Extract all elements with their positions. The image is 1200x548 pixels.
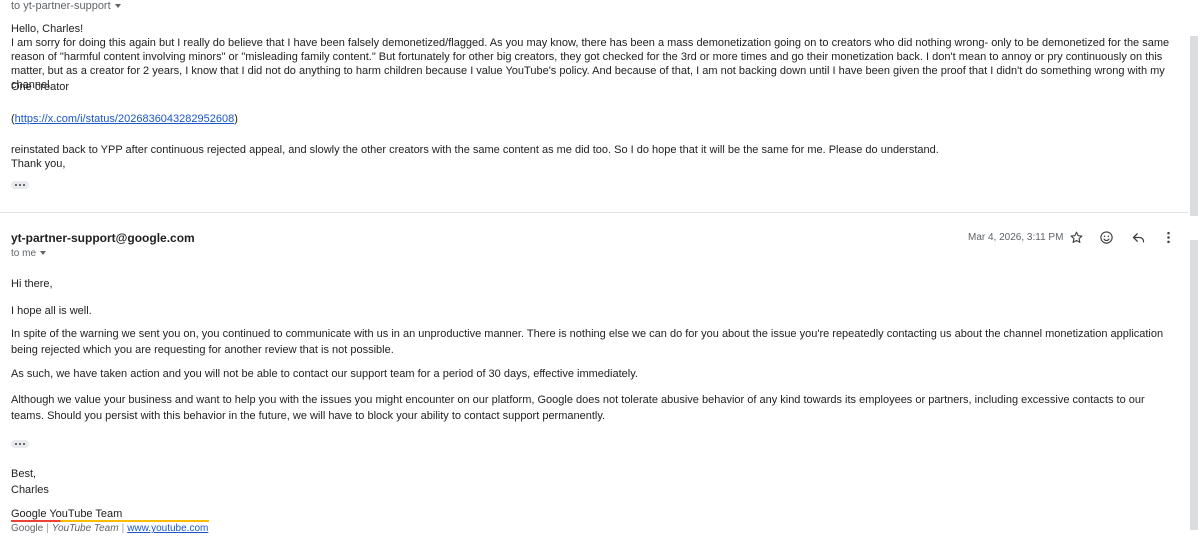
show-trimmed-content-button[interactable] [11,440,29,448]
recipient-text: to yt-partner-support [11,0,111,12]
recipient-line[interactable]: to yt-partner-support [11,0,121,12]
ellipsis-dot-icon [14,183,18,187]
ellipsis-dot-icon [18,442,22,446]
to-me-line[interactable]: to me [11,248,47,259]
reply-paragraph-1: I hope all is well. [11,305,92,317]
signature-closing: Best, [11,468,37,480]
footer-separator: | [46,523,49,534]
to-me-text: to me [11,248,37,259]
reply-paragraph-4: Although we value your business and want… [11,394,1145,422]
link-paren-close: ) [234,113,238,125]
chevron-down-icon[interactable] [40,251,47,256]
ellipsis-dot-icon [22,442,26,446]
reply-greeting: Hi there, [11,278,53,290]
message-date: Mar 4, 2026, 3:11 PM [968,232,1064,243]
reply-paragraph-2: In spite of the warning we sent you on, … [11,328,1164,356]
footer-youtube-team: YouTube Team [51,523,119,534]
status-link[interactable]: https://x.com/i/status/20268360432829526… [15,113,235,125]
ellipsis-dot-icon [22,183,26,187]
show-trimmed-content-button[interactable] [11,181,29,189]
footer-google: Google [11,523,44,534]
first-message-greeting: Hello, Charles! [11,23,84,35]
signature-name: Charles [11,484,49,496]
first-message-thank-you: Thank you, [11,158,66,170]
ellipsis-dot-icon [18,183,22,187]
ellipsis-dot-icon [14,442,18,446]
scrollbar-thumb-lower[interactable] [1190,240,1198,530]
footer-website-link[interactable]: www.youtube.com [127,523,208,534]
signature-footer: Google | YouTube Team | www.youtube.com [11,523,208,534]
reply-paragraph-3: As such, we have taken action and you wi… [11,368,638,380]
message-divider [0,212,1188,213]
more-vert-icon[interactable] [1160,229,1176,245]
chevron-down-icon[interactable] [114,4,121,9]
reply-icon[interactable] [1130,229,1146,245]
first-message-link-line: (https://x.com/i/status/2026836043282952… [11,112,1181,126]
signature-accent-line [11,520,209,522]
star-icon[interactable] [1068,229,1084,245]
emoji-icon[interactable] [1098,229,1114,245]
first-message-reinstated: reinstated back to YPP after continuous … [11,144,939,156]
first-message: to yt-partner-support Hello, Charles! I … [0,0,1178,212]
footer-separator: | [121,523,125,534]
first-message-one-creator: One creator [11,81,70,93]
scrollbar-thumb-upper[interactable] [1190,36,1198,216]
sender-email[interactable]: yt-partner-support@google.com [11,231,195,245]
